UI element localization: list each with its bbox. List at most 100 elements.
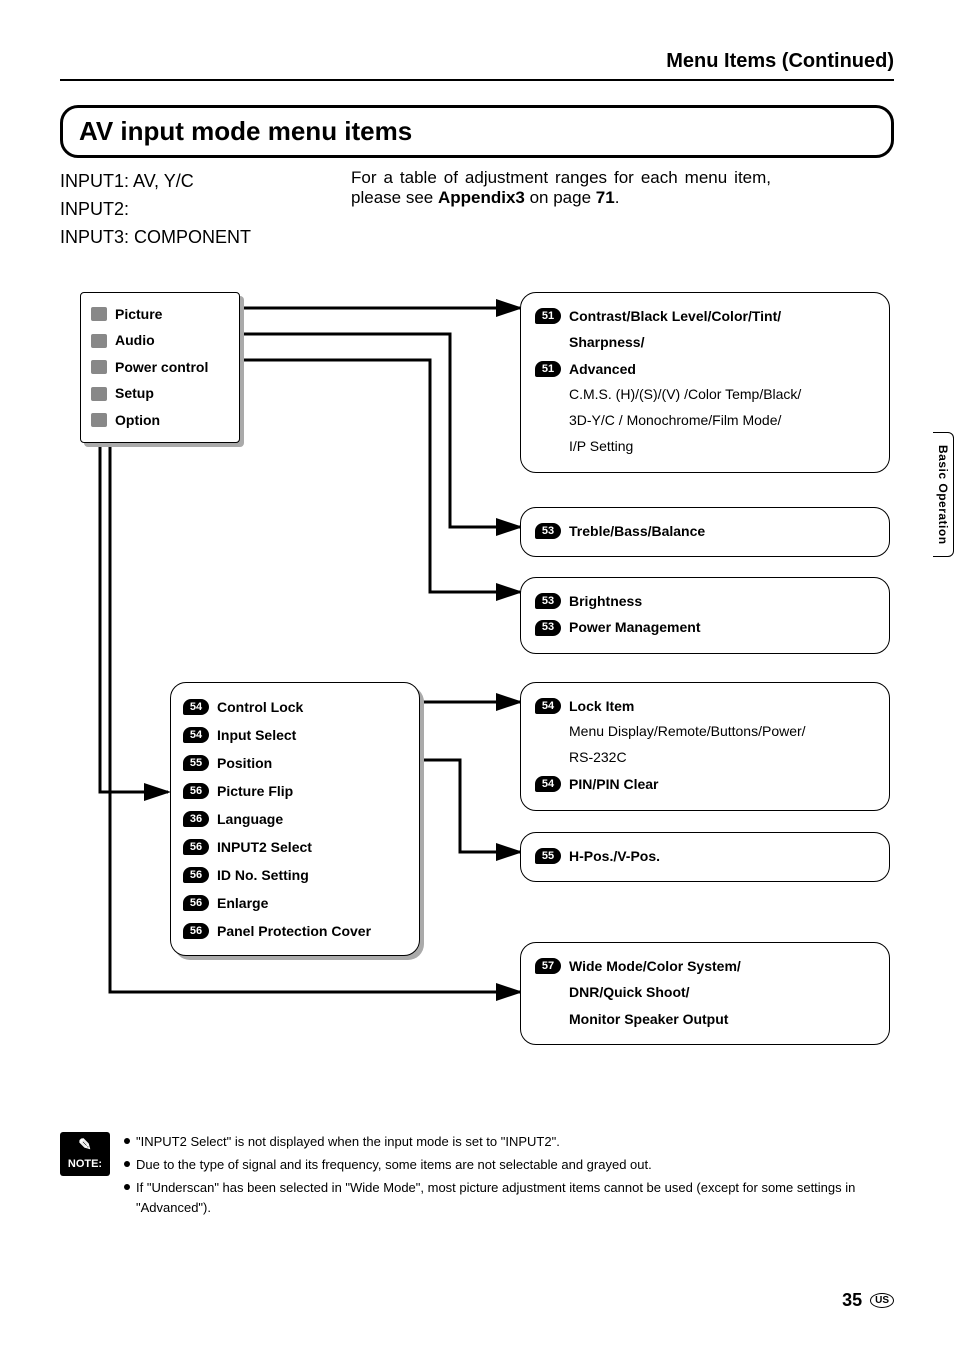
menu-item-setup: Setup <box>91 380 229 407</box>
page-ref-badge: 51 <box>535 361 561 377</box>
note-list: "INPUT2 Select" is not displayed when th… <box>124 1132 894 1222</box>
menu-label: Picture <box>115 301 162 328</box>
setup-label: Picture Flip <box>217 777 293 805</box>
note-section: ✎ NOTE: "INPUT2 Select" is not displayed… <box>60 1132 894 1222</box>
power-icon <box>91 360 107 374</box>
page-ref-badge: 36 <box>183 811 209 827</box>
power-panel: 53Brightness 53Power Management <box>520 577 890 654</box>
input2-label: INPUT2: <box>60 196 251 224</box>
position-panel: 55 H-Pos./V-Pos. <box>520 832 890 883</box>
audio-icon <box>91 334 107 348</box>
page-ref-badge: 53 <box>535 523 561 539</box>
menu-label: Setup <box>115 380 154 407</box>
setup-item: 56 Enlarge <box>183 889 407 917</box>
desc-post: . <box>615 188 620 207</box>
page-ref-badge: 51 <box>535 308 561 324</box>
menu-item-power: Power control <box>91 354 229 381</box>
page-ref-badge: 56 <box>183 783 209 799</box>
page-ref-badge: 57 <box>535 958 561 974</box>
section-side-tab: Basic Operation <box>933 432 954 558</box>
bullet-icon <box>124 1138 130 1144</box>
menu-label: Audio <box>115 327 155 354</box>
setup-item: 54 Input Select <box>183 721 407 749</box>
hpos-vpos: H-Pos./V-Pos. <box>569 843 660 870</box>
setup-item: 56 ID No. Setting <box>183 861 407 889</box>
input-list: INPUT1: AV, Y/C INPUT2: INPUT3: COMPONEN… <box>60 168 251 252</box>
setup-submenu-box: 54Control Lock 54 Input Select 55Position… <box>170 682 420 956</box>
picture-detail: 3D-Y/C / Monochrome/Film Mode/ <box>535 408 875 434</box>
setup-label: Panel Protection Cover <box>217 917 371 945</box>
note-badge: ✎ NOTE: <box>60 1132 110 1176</box>
setup-item: 56 Panel Protection Cover <box>183 917 407 945</box>
menu-label: Power control <box>115 354 208 381</box>
desc-appendix: Appendix3 <box>438 188 525 207</box>
page-ref-badge: 53 <box>535 620 561 636</box>
section-title: AV input mode menu items <box>60 105 894 158</box>
picture-row1: Contrast/Black Level/Color/Tint/ <box>569 303 781 330</box>
inputs-row: INPUT1: AV, Y/C INPUT2: INPUT3: COMPONEN… <box>60 168 894 252</box>
audio-panel: 53 Treble/Bass/Balance <box>520 507 890 558</box>
menu-diagram: Picture Audio Power control Setup Option… <box>60 292 894 1072</box>
option-panel: 57 Wide Mode/Color System/ DNR/Quick Shoo… <box>520 942 890 1046</box>
page-ref-badge: 55 <box>535 848 561 864</box>
description-text: For a table of adjustment ranges for eac… <box>351 168 771 208</box>
setup-label: Input Select <box>217 721 296 749</box>
menu-item-option: Option <box>91 407 229 434</box>
option-line3: Monitor Speaker Output <box>569 1006 728 1033</box>
note-item: Due to the type of signal and its freque… <box>136 1155 652 1175</box>
setup-item: 36 Language <box>183 805 407 833</box>
input1-label: INPUT1: AV, Y/C <box>60 168 251 196</box>
page-ref-badge: 56 <box>183 923 209 939</box>
page-ref-badge: 54 <box>535 698 561 714</box>
page-ref-badge: 53 <box>535 593 561 609</box>
picture-panel: 51 Contrast/Black Level/Color/Tint/ Sharp… <box>520 292 890 473</box>
picture-advanced: Advanced <box>569 356 636 383</box>
picture-row1b: Sharpness/ <box>569 329 644 356</box>
setup-icon <box>91 387 107 401</box>
page-footer: 35 US <box>842 1290 894 1311</box>
setup-item: 55Position <box>183 749 407 777</box>
setup-item: 56 Picture Flip <box>183 777 407 805</box>
power-brightness: Brightness <box>569 588 642 615</box>
option-icon <box>91 413 107 427</box>
menu-item-picture: Picture <box>91 301 229 328</box>
input3-label: INPUT3: COMPONENT <box>60 224 251 252</box>
setup-label: Language <box>217 805 283 833</box>
menu-item-audio: Audio <box>91 327 229 354</box>
bullet-icon <box>124 1161 130 1167</box>
desc-page: 71 <box>596 188 615 207</box>
picture-detail: C.M.S. (H)/(S)/(V) /Color Temp/Black/ <box>535 382 875 408</box>
desc-mid: on page <box>525 188 596 207</box>
pencil-icon: ✎ <box>78 1138 91 1154</box>
audio-label: Treble/Bass/Balance <box>569 518 705 545</box>
page-ref-badge: 56 <box>183 895 209 911</box>
note-item: If "Underscan" has been selected in "Wid… <box>136 1178 894 1218</box>
lock-item: Lock Item <box>569 693 634 720</box>
page-ref-badge: 55 <box>183 755 209 771</box>
pin-clear: PIN/PIN Clear <box>569 771 658 798</box>
page-header: Menu Items (Continued) <box>60 50 894 81</box>
option-line1: Wide Mode/Color System/ <box>569 953 741 980</box>
region-badge: US <box>870 1293 894 1308</box>
lock-detail: Menu Display/Remote/Buttons/Power/ <box>535 719 875 745</box>
setup-item: 56 INPUT2 Select <box>183 833 407 861</box>
main-menu-box: Picture Audio Power control Setup Option <box>80 292 240 443</box>
lock-panel: 54 Lock Item Menu Display/Remote/Buttons/… <box>520 682 890 811</box>
page-ref-badge: 54 <box>183 699 209 715</box>
setup-label: ID No. Setting <box>217 861 309 889</box>
bullet-icon <box>124 1184 130 1190</box>
page-ref-badge: 54 <box>183 727 209 743</box>
note-label: NOTE: <box>68 1158 102 1170</box>
note-item: "INPUT2 Select" is not displayed when th… <box>136 1132 560 1152</box>
page-ref-badge: 56 <box>183 867 209 883</box>
option-line2: DNR/Quick Shoot/ <box>569 979 690 1006</box>
setup-label: INPUT2 Select <box>217 833 312 861</box>
picture-icon <box>91 307 107 321</box>
menu-label: Option <box>115 407 160 434</box>
setup-item: 54Control Lock <box>183 693 407 721</box>
setup-label: Enlarge <box>217 889 268 917</box>
picture-detail: I/P Setting <box>535 434 875 460</box>
page-ref-badge: 56 <box>183 839 209 855</box>
page-ref-badge: 54 <box>535 776 561 792</box>
lock-detail: RS-232C <box>535 745 875 771</box>
